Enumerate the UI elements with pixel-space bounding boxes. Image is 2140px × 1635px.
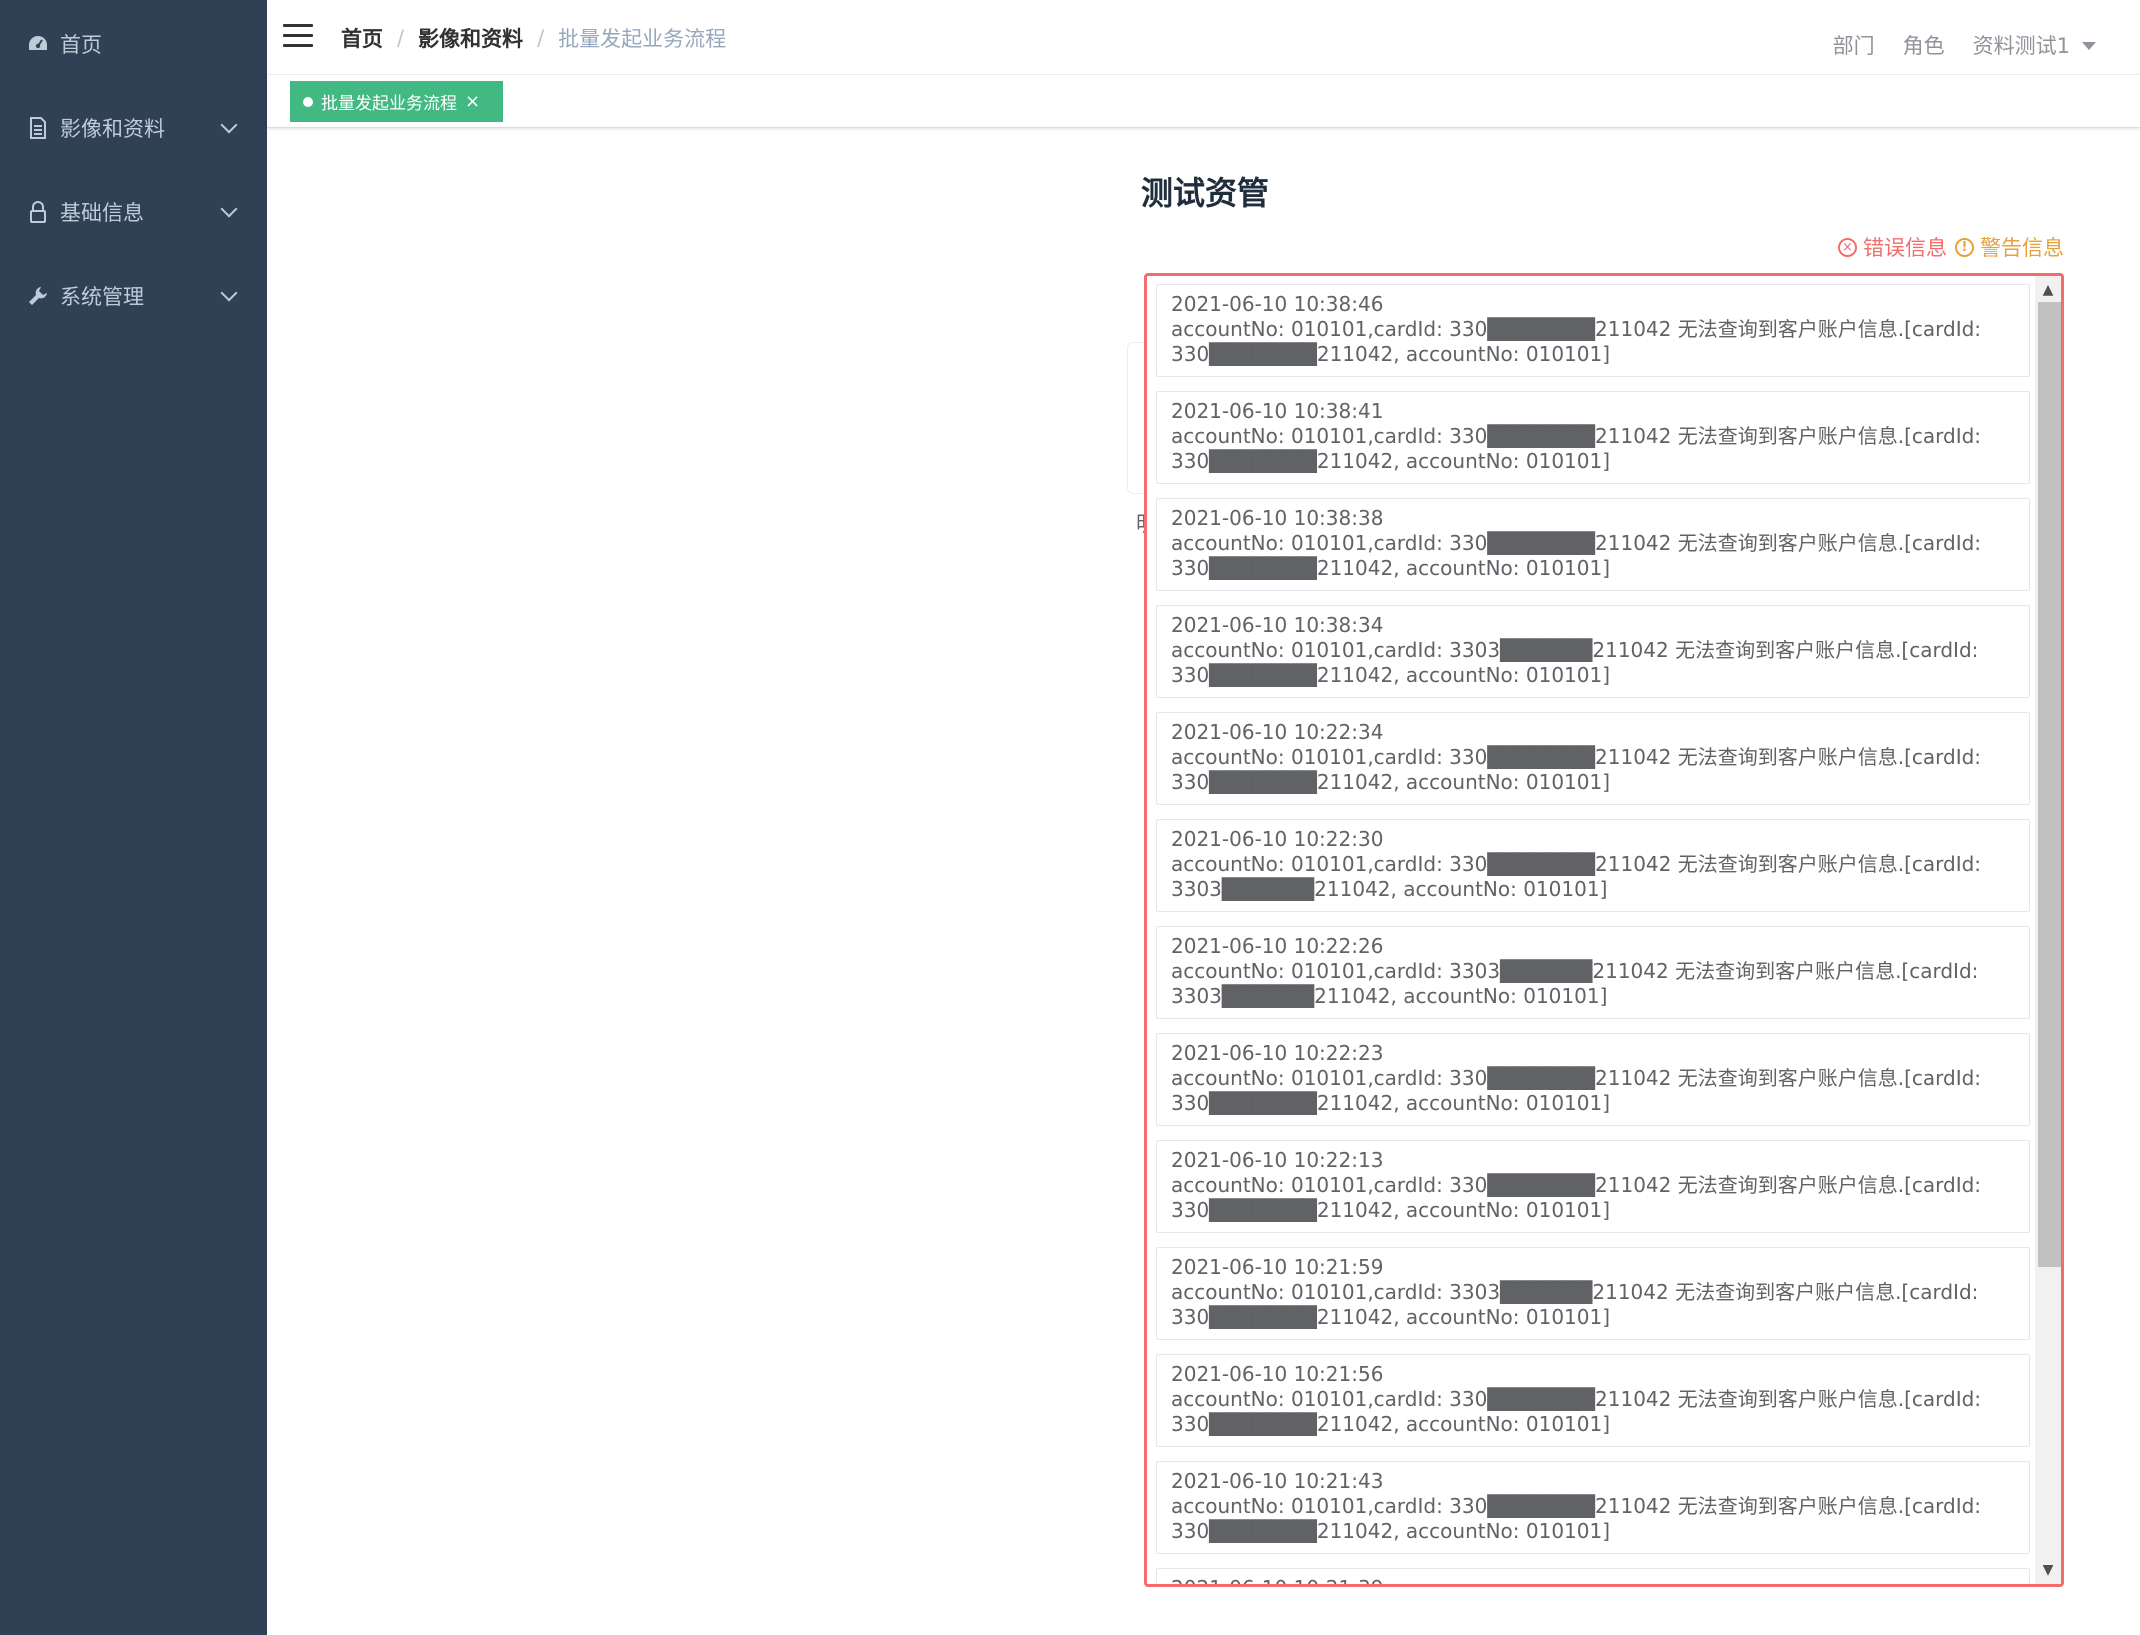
log-entry: 2021-06-10 10:22:23 accountNo: 010101,car… xyxy=(1156,1033,2030,1126)
log-timestamp: 2021-06-10 10:38:46 xyxy=(1171,292,1384,316)
department-link[interactable]: 部门 xyxy=(1833,30,1875,60)
log-timestamp: 2021-06-10 10:38:41 xyxy=(1171,399,1384,423)
log-timestamp: 2021-06-10 10:21:43 xyxy=(1171,1469,1384,1493)
message-legend: × 错误信息 ! 警告信息 xyxy=(1838,232,2064,262)
sidebar-item-basic-info[interactable]: 基础信息 xyxy=(0,170,267,254)
log-message: accountNo: 010101,cardId: 330███████2110… xyxy=(1171,317,1982,366)
log-entry: 2021-06-10 10:22:34 accountNo: 010101,car… xyxy=(1156,712,2030,805)
sidebar: 首页 影像和资料 基础信息 系统管理 xyxy=(0,0,267,1635)
breadcrumb: 首页 / 影像和资料 / 批量发起业务流程 xyxy=(341,23,726,53)
warning-circle-icon: ! xyxy=(1955,237,1974,257)
active-dot-icon xyxy=(303,96,313,107)
log-timestamp: 2021-06-10 10:21:59 xyxy=(1171,1255,1384,1279)
log-message: accountNo: 010101,cardId: 330███████2110… xyxy=(1171,424,1982,473)
scroll-down-icon[interactable]: ▼ xyxy=(2035,1558,2061,1582)
log-timestamp: 2021-06-10 10:38:34 xyxy=(1171,613,1384,637)
navbar: 首页 / 影像和资料 / 批量发起业务流程 部门 角色 资料测试1 xyxy=(267,0,2140,75)
breadcrumb-separator: / xyxy=(397,26,405,50)
close-icon[interactable]: × xyxy=(465,91,480,112)
lock-icon xyxy=(26,200,50,224)
log-entry: 2021-06-10 10:21:43 accountNo: 010101,car… xyxy=(1156,1461,2030,1554)
log-list: 2021-06-10 10:38:46 accountNo: 010101,car… xyxy=(1156,284,2030,1584)
hamburger-icon[interactable] xyxy=(283,24,313,48)
log-timestamp: 2021-06-10 10:22:23 xyxy=(1171,1041,1384,1065)
scrollbar[interactable]: ▲ ▼ xyxy=(2035,276,2061,1584)
user-dropdown[interactable]: 资料测试1 xyxy=(1973,30,2070,60)
page-title: 测试资管 xyxy=(1141,174,1270,212)
log-entry: 2021-06-10 10:38:41 accountNo: 010101,car… xyxy=(1156,391,2030,484)
log-timestamp: 2021-06-10 10:22:26 xyxy=(1171,934,1384,958)
log-message: accountNo: 010101,cardId: 330███████2110… xyxy=(1171,852,1982,901)
document-icon xyxy=(26,116,50,140)
scrollbar-thumb[interactable] xyxy=(2038,302,2061,1267)
tags-bar: 批量发起业务流程 × xyxy=(267,75,2140,128)
sidebar-item-label: 首页 xyxy=(60,33,102,57)
log-timestamp: 2021-06-10 10:22:30 xyxy=(1171,827,1384,851)
log-message: accountNo: 010101,cardId: 3303██████2110… xyxy=(1171,638,1979,687)
warning-legend: ! 警告信息 xyxy=(1955,232,2064,262)
sidebar-item-system[interactable]: 系统管理 xyxy=(0,254,267,338)
log-message: accountNo: 010101,cardId: 330███████2110… xyxy=(1171,1173,1982,1222)
log-timestamp: 2021-06-10 10:22:13 xyxy=(1171,1148,1384,1172)
sidebar-item-label: 基础信息 xyxy=(60,201,144,225)
log-entry: 2021-06-10 10:22:13 accountNo: 010101,car… xyxy=(1156,1140,2030,1233)
breadcrumb-separator: / xyxy=(537,26,545,50)
error-log-panel[interactable]: 2021-06-10 10:38:46 accountNo: 010101,car… xyxy=(1144,273,2064,1587)
tag-label: 批量发起业务流程 xyxy=(321,94,457,114)
breadcrumb-home[interactable]: 首页 xyxy=(341,23,383,53)
log-entry: 2021-06-10 10:38:46 accountNo: 010101,car… xyxy=(1156,284,2030,377)
log-message: accountNo: 010101,cardId: 330███████2110… xyxy=(1171,531,1982,580)
log-message: accountNo: 010101,cardId: 330███████2110… xyxy=(1171,745,1982,794)
breadcrumb-current: 批量发起业务流程 xyxy=(558,27,727,51)
dashboard-icon xyxy=(26,32,50,56)
log-message: accountNo: 010101,cardId: 330███████2110… xyxy=(1171,1066,1982,1115)
caret-down-icon[interactable] xyxy=(2082,42,2096,50)
log-timestamp: 2021-06-10 10:38:38 xyxy=(1171,506,1384,530)
log-message: accountNo: 010101,cardId: 3303██████2110… xyxy=(1171,1280,1979,1329)
log-entry: 2021-06-10 10:21:59 accountNo: 010101,car… xyxy=(1156,1247,2030,1340)
log-timestamp: 2021-06-10 10:21:39 xyxy=(1171,1576,2015,1584)
breadcrumb-imaging[interactable]: 影像和资料 xyxy=(418,23,523,53)
sidebar-item-home[interactable]: 首页 xyxy=(0,2,267,86)
tag-batch-process[interactable]: 批量发起业务流程 × xyxy=(290,81,503,122)
log-entry: 2021-06-10 10:38:38 accountNo: 010101,car… xyxy=(1156,498,2030,591)
error-legend-label: 错误信息 xyxy=(1863,236,1947,260)
log-message: accountNo: 010101,cardId: 330███████2110… xyxy=(1171,1494,1982,1543)
chevron-down-icon xyxy=(220,284,238,302)
sidebar-item-label: 影像和资料 xyxy=(60,117,165,141)
log-timestamp: 2021-06-10 10:22:34 xyxy=(1171,720,1384,744)
chevron-down-icon xyxy=(220,200,238,218)
sidebar-item-imaging[interactable]: 影像和资料 xyxy=(0,86,267,170)
log-entry: 2021-06-10 10:22:30 accountNo: 010101,car… xyxy=(1156,819,2030,912)
chevron-down-icon xyxy=(220,116,238,134)
role-link[interactable]: 角色 xyxy=(1903,30,1945,60)
scroll-up-icon[interactable]: ▲ xyxy=(2035,278,2061,302)
error-circle-icon: × xyxy=(1838,237,1857,257)
wrench-icon xyxy=(26,284,50,308)
log-entry: 2021-06-10 10:21:39accountNo: 010101,car… xyxy=(1156,1568,2030,1584)
error-legend: × 错误信息 xyxy=(1838,232,1947,262)
log-timestamp: 2021-06-10 10:21:56 xyxy=(1171,1362,1384,1386)
sidebar-item-label: 系统管理 xyxy=(60,285,144,309)
log-message: accountNo: 010101,cardId: 3303██████2110… xyxy=(1171,959,1979,1008)
warning-legend-label: 警告信息 xyxy=(1980,236,2064,260)
log-entry: 2021-06-10 10:38:34 accountNo: 010101,car… xyxy=(1156,605,2030,698)
log-message: accountNo: 010101,cardId: 330███████2110… xyxy=(1171,1387,1982,1436)
log-entry: 2021-06-10 10:22:26 accountNo: 010101,car… xyxy=(1156,926,2030,1019)
navbar-right: 部门 角色 资料测试1 xyxy=(1805,30,2096,60)
log-entry: 2021-06-10 10:21:56 accountNo: 010101,car… xyxy=(1156,1354,2030,1447)
